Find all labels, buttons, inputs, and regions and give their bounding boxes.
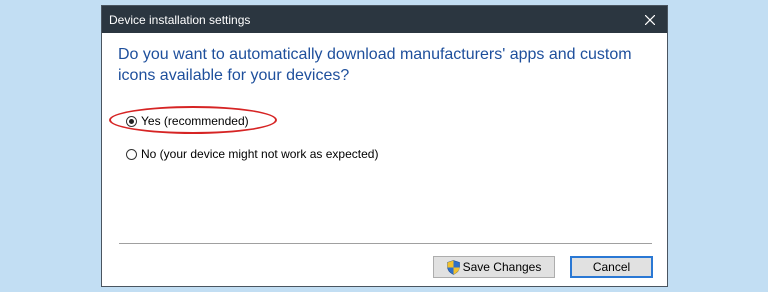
close-icon (645, 14, 655, 25)
cancel-button[interactable]: Cancel (570, 256, 653, 278)
radio-button-no[interactable] (126, 148, 137, 160)
question-text: Do you want to automatically download ma… (118, 46, 632, 84)
close-button[interactable] (633, 6, 667, 33)
radio-label-no: No (your device might not work as expect… (141, 147, 379, 161)
window-title: Device installation settings (109, 13, 251, 27)
device-installation-dialog: Device installation settings Do you want… (101, 5, 668, 287)
title-bar: Device installation settings (102, 6, 667, 33)
save-changes-button[interactable]: Save Changes (433, 256, 555, 278)
footer-separator (119, 243, 652, 244)
radio-button-yes[interactable] (126, 115, 137, 127)
radio-selected-dot (129, 118, 134, 124)
save-button-label: Save Changes (462, 260, 542, 274)
uac-shield-icon (446, 259, 460, 275)
radio-label-yes: Yes (recommended) (141, 114, 249, 128)
cancel-button-label: Cancel (592, 260, 631, 274)
radio-option-yes[interactable]: Yes (recommended) (126, 114, 249, 128)
radio-option-no[interactable]: No (your device might not work as expect… (126, 147, 378, 161)
